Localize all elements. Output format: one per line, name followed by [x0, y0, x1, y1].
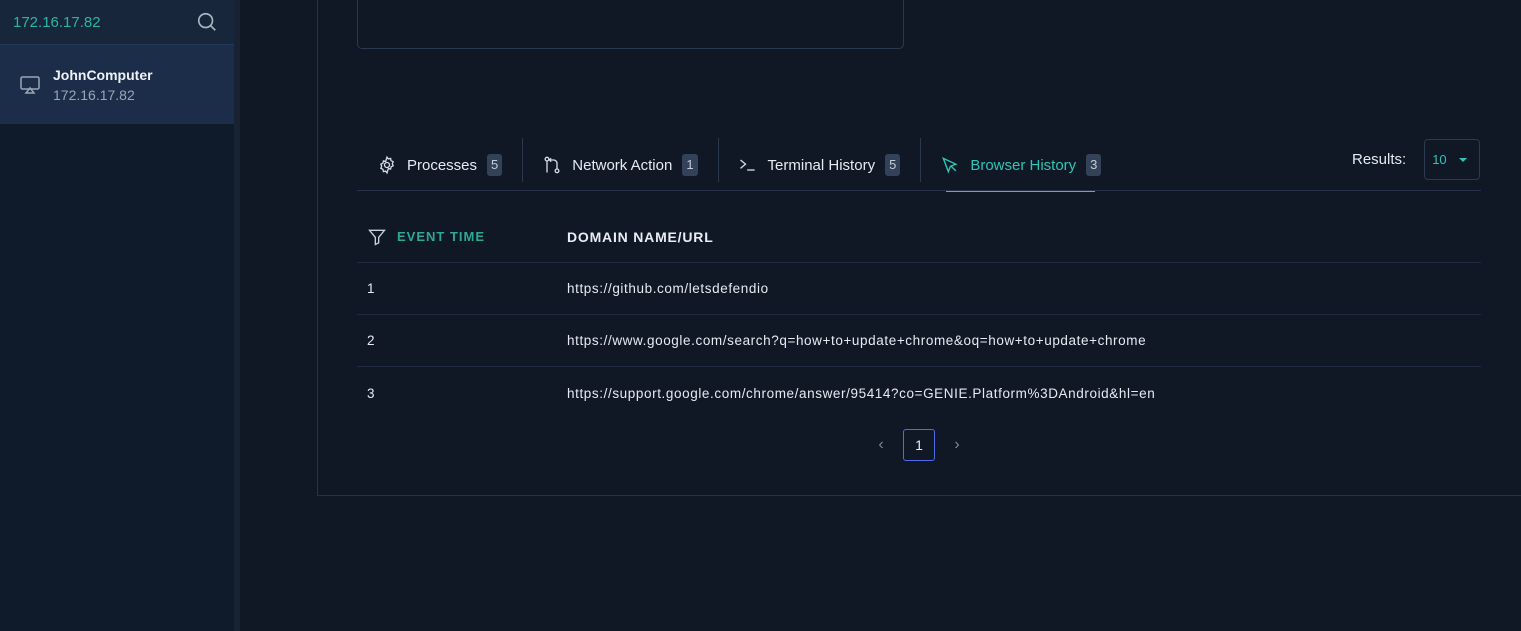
tab-count-badge: 5 [885, 154, 901, 176]
url-cell: https://www.google.com/search?q=how+to+u… [567, 333, 1147, 348]
event-time-cell: 2 [367, 333, 376, 348]
results-select[interactable]: 10 [1424, 139, 1481, 180]
tab-count-badge: 1 [682, 154, 698, 176]
tab-bar: Processes 5 Network Action 1 Terminal Hi… [357, 138, 1121, 192]
tab-terminal-history[interactable]: Terminal History 5 [717, 138, 921, 192]
table-row[interactable]: 3 https://support.google.com/chrome/answ… [357, 367, 1481, 419]
results-value: 10 [1432, 152, 1447, 167]
terminal-icon [739, 159, 755, 171]
url-cell: https://support.google.com/chrome/answer… [567, 385, 1156, 401]
top-content-box [357, 0, 904, 49]
event-time-cell: 1 [367, 281, 376, 296]
search-icon[interactable] [196, 11, 218, 33]
event-time-cell: 3 [367, 385, 376, 401]
host-search-bar [0, 0, 234, 44]
tab-browser-history[interactable]: Browser History 3 [920, 138, 1121, 192]
sidebar-divider[interactable] [234, 0, 240, 631]
pagination: ‹ 1 › [870, 429, 968, 461]
table-row[interactable]: 2 https://www.google.com/search?q=how+to… [357, 315, 1481, 367]
caret-down-icon [1459, 158, 1468, 162]
event-time-label: EVENT TIME [397, 229, 486, 244]
column-header-domain: DOMAIN NAME/URL [567, 228, 714, 245]
sidebar: JohnComputer 172.16.17.82 [0, 0, 234, 631]
tab-count-badge: 5 [487, 154, 503, 176]
prev-page-icon[interactable]: ‹ [870, 434, 892, 456]
page-button-current[interactable]: 1 [903, 429, 935, 461]
tab-label: Network Action [572, 156, 673, 174]
tab-label: Processes [407, 156, 478, 174]
host-card[interactable]: JohnComputer 172.16.17.82 [0, 44, 234, 124]
cursor-icon [942, 156, 958, 174]
tab-network-action[interactable]: Network Action 1 [522, 138, 717, 192]
filter-icon[interactable] [367, 227, 387, 247]
tab-bar-divider [357, 190, 1481, 191]
gear-icon [379, 155, 395, 175]
host-name: JohnComputer [53, 67, 153, 83]
url-cell: https://github.com/letsdefendio [567, 281, 769, 296]
browser-history-table: EVENT TIME DOMAIN NAME/URL 1 https://git… [357, 211, 1481, 419]
tab-count-badge: 3 [1086, 154, 1102, 176]
tab-label: Terminal History [767, 156, 876, 174]
host-search-input[interactable] [13, 13, 183, 31]
table-header: EVENT TIME DOMAIN NAME/URL [357, 211, 1481, 263]
monitor-icon [20, 76, 40, 94]
tab-processes[interactable]: Processes 5 [357, 138, 522, 192]
results-label: Results: [1352, 151, 1407, 168]
tab-label: Browser History [970, 156, 1077, 174]
next-page-icon[interactable]: › [946, 434, 968, 456]
results-per-page: Results: 10 [1352, 139, 1481, 180]
column-header-event-time[interactable]: EVENT TIME [357, 227, 567, 247]
table-row[interactable]: 1 https://github.com/letsdefendio [357, 263, 1481, 315]
git-compare-icon [544, 156, 560, 174]
host-ip: 172.16.17.82 [53, 87, 135, 103]
